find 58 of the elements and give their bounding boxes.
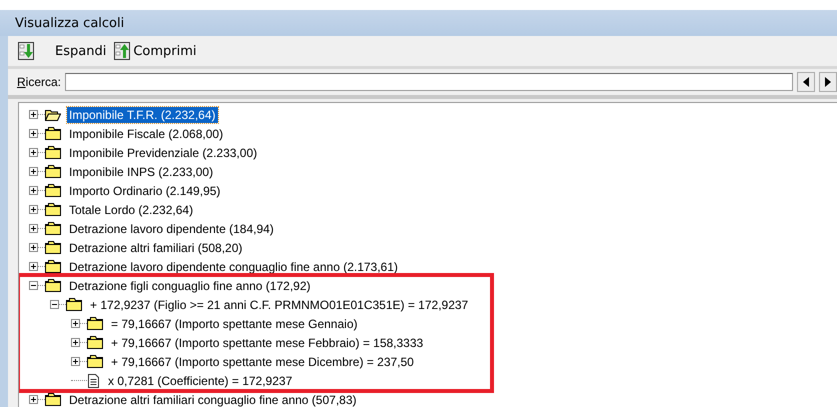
search-label: Ricerca: bbox=[17, 75, 62, 89]
open-folder-icon bbox=[45, 108, 61, 121]
tree-item[interactable]: Importo Ordinario (2.149,95) bbox=[67, 182, 222, 198]
tree-item[interactable]: + 79,16667 (Importo spettante mese Febbraio) = 158,3333 bbox=[109, 334, 426, 350]
tree-item[interactable]: Totale Lordo (2.232,64) bbox=[67, 202, 196, 218]
expand-icon[interactable] bbox=[29, 395, 38, 404]
expand-icon[interactable] bbox=[29, 224, 38, 233]
tree-item[interactable]: Detrazione figli conguaglio fine anno (172,92) bbox=[67, 278, 312, 294]
window-title: Visualizza calcoli bbox=[0, 10, 837, 36]
folder-icon bbox=[45, 146, 61, 159]
tree-item[interactable]: Imponibile INPS (2.233,00) bbox=[67, 164, 216, 180]
tree-item[interactable]: + 172,9237 (Figlio >= 21 anni C.F. PRMNMO01E01C351E) = 172,9237 bbox=[88, 296, 470, 312]
tree-item[interactable]: x 0,7281 (Coefficiente) = 172,9237 bbox=[106, 372, 294, 388]
search-field[interactable] bbox=[65, 73, 793, 91]
collapse-all-button[interactable]: Comprimi bbox=[112, 42, 198, 60]
scroll-right-button[interactable] bbox=[819, 72, 837, 92]
tree-item[interactable]: Imponibile Fiscale (2.068,00) bbox=[67, 126, 226, 142]
expand-icon[interactable] bbox=[29, 205, 38, 214]
folder-icon bbox=[45, 165, 61, 178]
tree-item[interactable]: = 79,16667 (Importo spettante mese Gennaio) bbox=[109, 316, 360, 332]
folder-icon bbox=[66, 298, 82, 311]
collapse-icon[interactable] bbox=[50, 300, 59, 309]
expand-icon[interactable] bbox=[29, 167, 38, 176]
tree-item[interactable]: Imponibile T.F.R. (2.232,64) bbox=[67, 106, 218, 122]
right-triangle-icon bbox=[825, 77, 831, 87]
expand-icon[interactable] bbox=[29, 129, 38, 138]
tree-item[interactable]: Imponibile Previdenziale (2.233,00) bbox=[67, 144, 260, 160]
arrow-up-icon bbox=[114, 42, 130, 60]
folder-icon bbox=[87, 355, 103, 368]
folder-icon bbox=[45, 279, 61, 292]
expand-icon[interactable] bbox=[71, 338, 80, 347]
expand-all-button[interactable]: Espandi bbox=[16, 42, 108, 60]
folder-icon bbox=[45, 241, 61, 254]
tree-item[interactable]: + 79,16667 (Importo spettante mese Dicembre) = 237,50 bbox=[109, 354, 416, 370]
folder-icon bbox=[45, 222, 61, 235]
folder-icon bbox=[45, 127, 61, 140]
scroll-left-button[interactable] bbox=[797, 72, 815, 92]
tree-item[interactable]: Detrazione lavoro dipendente (184,94) bbox=[67, 220, 276, 236]
document-icon bbox=[87, 374, 100, 388]
left-triangle-icon bbox=[803, 77, 809, 87]
folder-icon bbox=[45, 393, 61, 406]
expand-icon[interactable] bbox=[29, 148, 38, 157]
folder-icon bbox=[87, 317, 103, 330]
expand-icon[interactable] bbox=[71, 319, 80, 328]
expand-icon[interactable] bbox=[29, 110, 38, 119]
tree-item[interactable]: Detrazione altri familiari conguaglio fine anno (507,83) bbox=[67, 392, 358, 407]
arrow-down-icon bbox=[18, 42, 34, 60]
folder-icon bbox=[87, 336, 103, 349]
expand-icon[interactable] bbox=[29, 186, 38, 195]
collapse-icon[interactable] bbox=[29, 281, 38, 290]
folder-icon bbox=[45, 203, 61, 216]
tree-item[interactable]: Detrazione lavoro dipendente conguaglio fine anno (2.173,61) bbox=[67, 258, 400, 274]
tree-item[interactable]: Detrazione altri familiari (508,20) bbox=[67, 240, 244, 256]
expand-icon[interactable] bbox=[29, 262, 38, 271]
folder-icon bbox=[45, 260, 61, 273]
expand-icon[interactable] bbox=[71, 357, 80, 366]
folder-icon bbox=[45, 184, 61, 197]
expand-icon[interactable] bbox=[29, 243, 38, 252]
